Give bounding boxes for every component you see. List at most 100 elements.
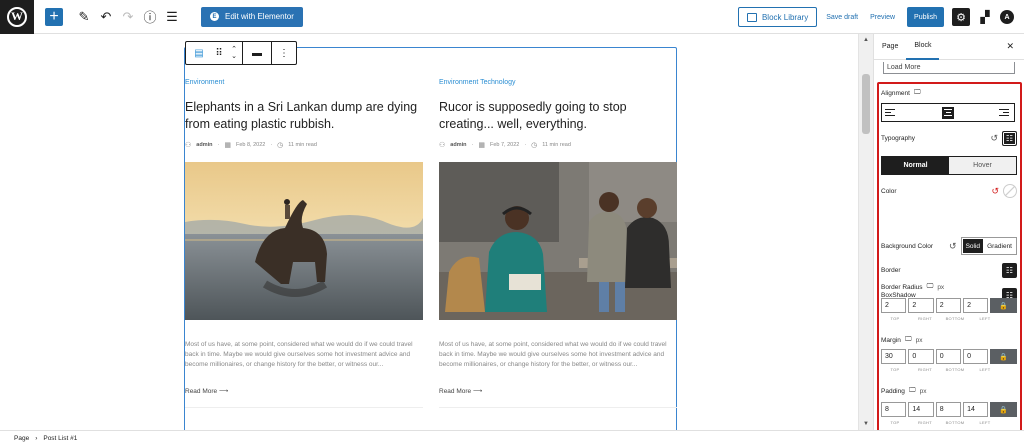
border-radius-top-input[interactable]: 2	[881, 298, 907, 313]
block-type-icon[interactable]: ▤	[186, 42, 212, 64]
canvas-scrollbar[interactable]: ▲ ▼	[858, 34, 873, 430]
publish-button[interactable]: Publish	[907, 7, 944, 27]
scroll-up-icon[interactable]: ▲	[863, 37, 869, 43]
reset-icon[interactable]: ↺	[991, 186, 999, 197]
editor-canvas: ▤ ⠿ ⌃ ⌄ ▬ ⋮ Environment Elephants in a Sr…	[0, 34, 858, 430]
unit-label[interactable]: px	[916, 337, 923, 344]
alignment-control: Alignment 🖵	[881, 89, 1017, 97]
background-color-label: Background Color	[881, 242, 934, 250]
post-excerpt: Most of us have, at some point, consider…	[439, 341, 667, 368]
read-more-link[interactable]: Read More ⟶	[185, 387, 423, 395]
bg-solid-option[interactable]: Solid	[962, 239, 984, 253]
calendar-icon: ▦	[478, 142, 485, 149]
undo-icon[interactable]: ↶	[96, 0, 116, 34]
typography-settings-icon[interactable]: ☷	[1002, 131, 1017, 146]
align-left-icon[interactable]	[885, 107, 897, 119]
layout-blocks-icon[interactable]: ▞	[976, 8, 994, 26]
post-featured-image[interactable]	[439, 162, 677, 320]
unit-label[interactable]: px	[920, 388, 927, 395]
load-more-text-field[interactable]: Load More	[883, 62, 1015, 74]
monitor-icon[interactable]: 🖵	[927, 283, 934, 291]
border-radius-left-input[interactable]: 2	[963, 298, 989, 313]
calendar-icon: ▦	[224, 142, 231, 149]
arrow-right-icon: ⟶	[472, 388, 483, 395]
elementor-button-label: Edit with Elementor	[225, 12, 294, 21]
astra-icon[interactable]: A	[1000, 10, 1014, 24]
tab-normal[interactable]: Normal	[882, 157, 949, 174]
monitor-icon[interactable]: 🖵	[909, 387, 916, 395]
padding-label: Padding	[881, 387, 905, 395]
reset-icon[interactable]: ↺	[949, 241, 957, 252]
redo-icon[interactable]: ↷	[118, 0, 138, 34]
move-up-down-icon[interactable]: ⌃ ⌄	[226, 42, 242, 64]
margin-side-labels: TOP RIGHT BOTTOM LEFT	[881, 367, 1017, 372]
tab-hover[interactable]: Hover	[949, 157, 1016, 174]
info-icon[interactable]: ⓘ	[140, 0, 160, 34]
edit-with-elementor-button[interactable]: E Edit with Elementor	[201, 6, 303, 27]
border-radius-right-input[interactable]: 2	[908, 298, 934, 313]
tab-page[interactable]: Page	[874, 34, 906, 60]
lock-icon[interactable]: 🔒	[990, 402, 1017, 417]
breadcrumb-root[interactable]: Page	[14, 435, 29, 442]
typography-label: Typography	[881, 135, 915, 142]
drag-handle-icon[interactable]: ⠿	[212, 42, 226, 64]
breadcrumb-current[interactable]: Post List #1	[43, 435, 77, 442]
padding-bottom-input[interactable]: 8	[935, 402, 962, 417]
margin-bottom-input[interactable]: 0	[935, 349, 962, 364]
padding-left-input[interactable]: 14	[963, 402, 989, 417]
post-title[interactable]: Elephants in a Sri Lankan dump are dying…	[185, 99, 423, 133]
post-title[interactable]: Rucor is supposedly going to stop creati…	[439, 99, 677, 133]
post-category[interactable]: Environment	[185, 79, 423, 86]
settings-gear-icon[interactable]: ⚙	[952, 8, 970, 26]
lock-icon[interactable]: 🔒	[990, 298, 1017, 313]
list-view-icon[interactable]: ☰	[162, 0, 182, 34]
padding-top-input[interactable]: 8	[881, 402, 907, 417]
unit-label[interactable]: px	[937, 284, 944, 291]
side-label-bottom: BOTTOM	[945, 367, 965, 372]
lock-icon[interactable]: 🔒	[990, 349, 1017, 364]
tab-block[interactable]: Block	[906, 34, 940, 60]
close-icon[interactable]: ✕	[1006, 41, 1014, 52]
post-date: Feb 7, 2022	[489, 142, 520, 148]
margin-right-input[interactable]: 0	[908, 349, 934, 364]
scrollbar-thumb[interactable]	[862, 74, 870, 134]
monitor-icon[interactable]: 🖵	[905, 336, 912, 344]
side-label-left: LEFT	[979, 420, 991, 425]
margin-inputs: 30 0 0 0 🔒	[881, 349, 1017, 364]
post-meta: ⚇ admin · ▦ Feb 8, 2022 · ◷ 11 min read	[185, 142, 317, 149]
block-library-button[interactable]: Block Library	[737, 7, 818, 27]
margin-left-input[interactable]: 0	[963, 349, 989, 364]
border-settings-icon[interactable]: ☷	[1002, 263, 1017, 278]
post-meta: ⚇ admin · ▦ Feb 7, 2022 · ◷ 11 min read	[439, 142, 571, 149]
post-author[interactable]: admin	[450, 142, 466, 148]
border-radius-bottom-input[interactable]: 2	[935, 298, 962, 313]
preview-button[interactable]: Preview	[870, 14, 895, 21]
post-featured-image[interactable]	[185, 162, 423, 320]
bg-gradient-option[interactable]: Gradient	[984, 239, 1015, 253]
reset-icon[interactable]: ↺	[990, 133, 998, 144]
editor-top-toolbar: W + ✎ ↶ ↷ ⓘ ☰ E Edit with Elementor Bloc…	[0, 0, 1024, 34]
padding-right-input[interactable]: 14	[908, 402, 934, 417]
color-swatch[interactable]	[1003, 184, 1017, 198]
block-library-icon	[746, 12, 757, 22]
elementor-icon: E	[210, 12, 219, 21]
edit-pencil-icon[interactable]: ✎	[74, 0, 94, 34]
scroll-down-icon[interactable]: ▼	[863, 421, 869, 427]
post-category[interactable]: Environment Technology	[439, 79, 677, 86]
block-align-icon[interactable]: ▬	[243, 42, 271, 64]
color-control: Color ↺	[881, 184, 1017, 198]
side-label-right: RIGHT	[918, 367, 932, 372]
align-center-icon[interactable]	[942, 106, 954, 119]
read-more-link[interactable]: Read More ⟶	[439, 387, 677, 395]
add-block-button[interactable]: +	[45, 7, 63, 26]
post-author[interactable]: admin	[196, 142, 212, 148]
post-read-time: 11 min read	[542, 142, 571, 148]
monitor-icon[interactable]: 🖵	[914, 89, 921, 97]
user-icon: ⚇	[185, 142, 192, 149]
more-options-icon[interactable]: ⋮	[272, 42, 296, 64]
align-right-icon[interactable]	[999, 107, 1011, 119]
save-draft-button[interactable]: Save draft	[826, 14, 858, 21]
margin-top-input[interactable]: 30	[881, 349, 907, 364]
wordpress-logo-icon[interactable]: W	[0, 0, 34, 34]
